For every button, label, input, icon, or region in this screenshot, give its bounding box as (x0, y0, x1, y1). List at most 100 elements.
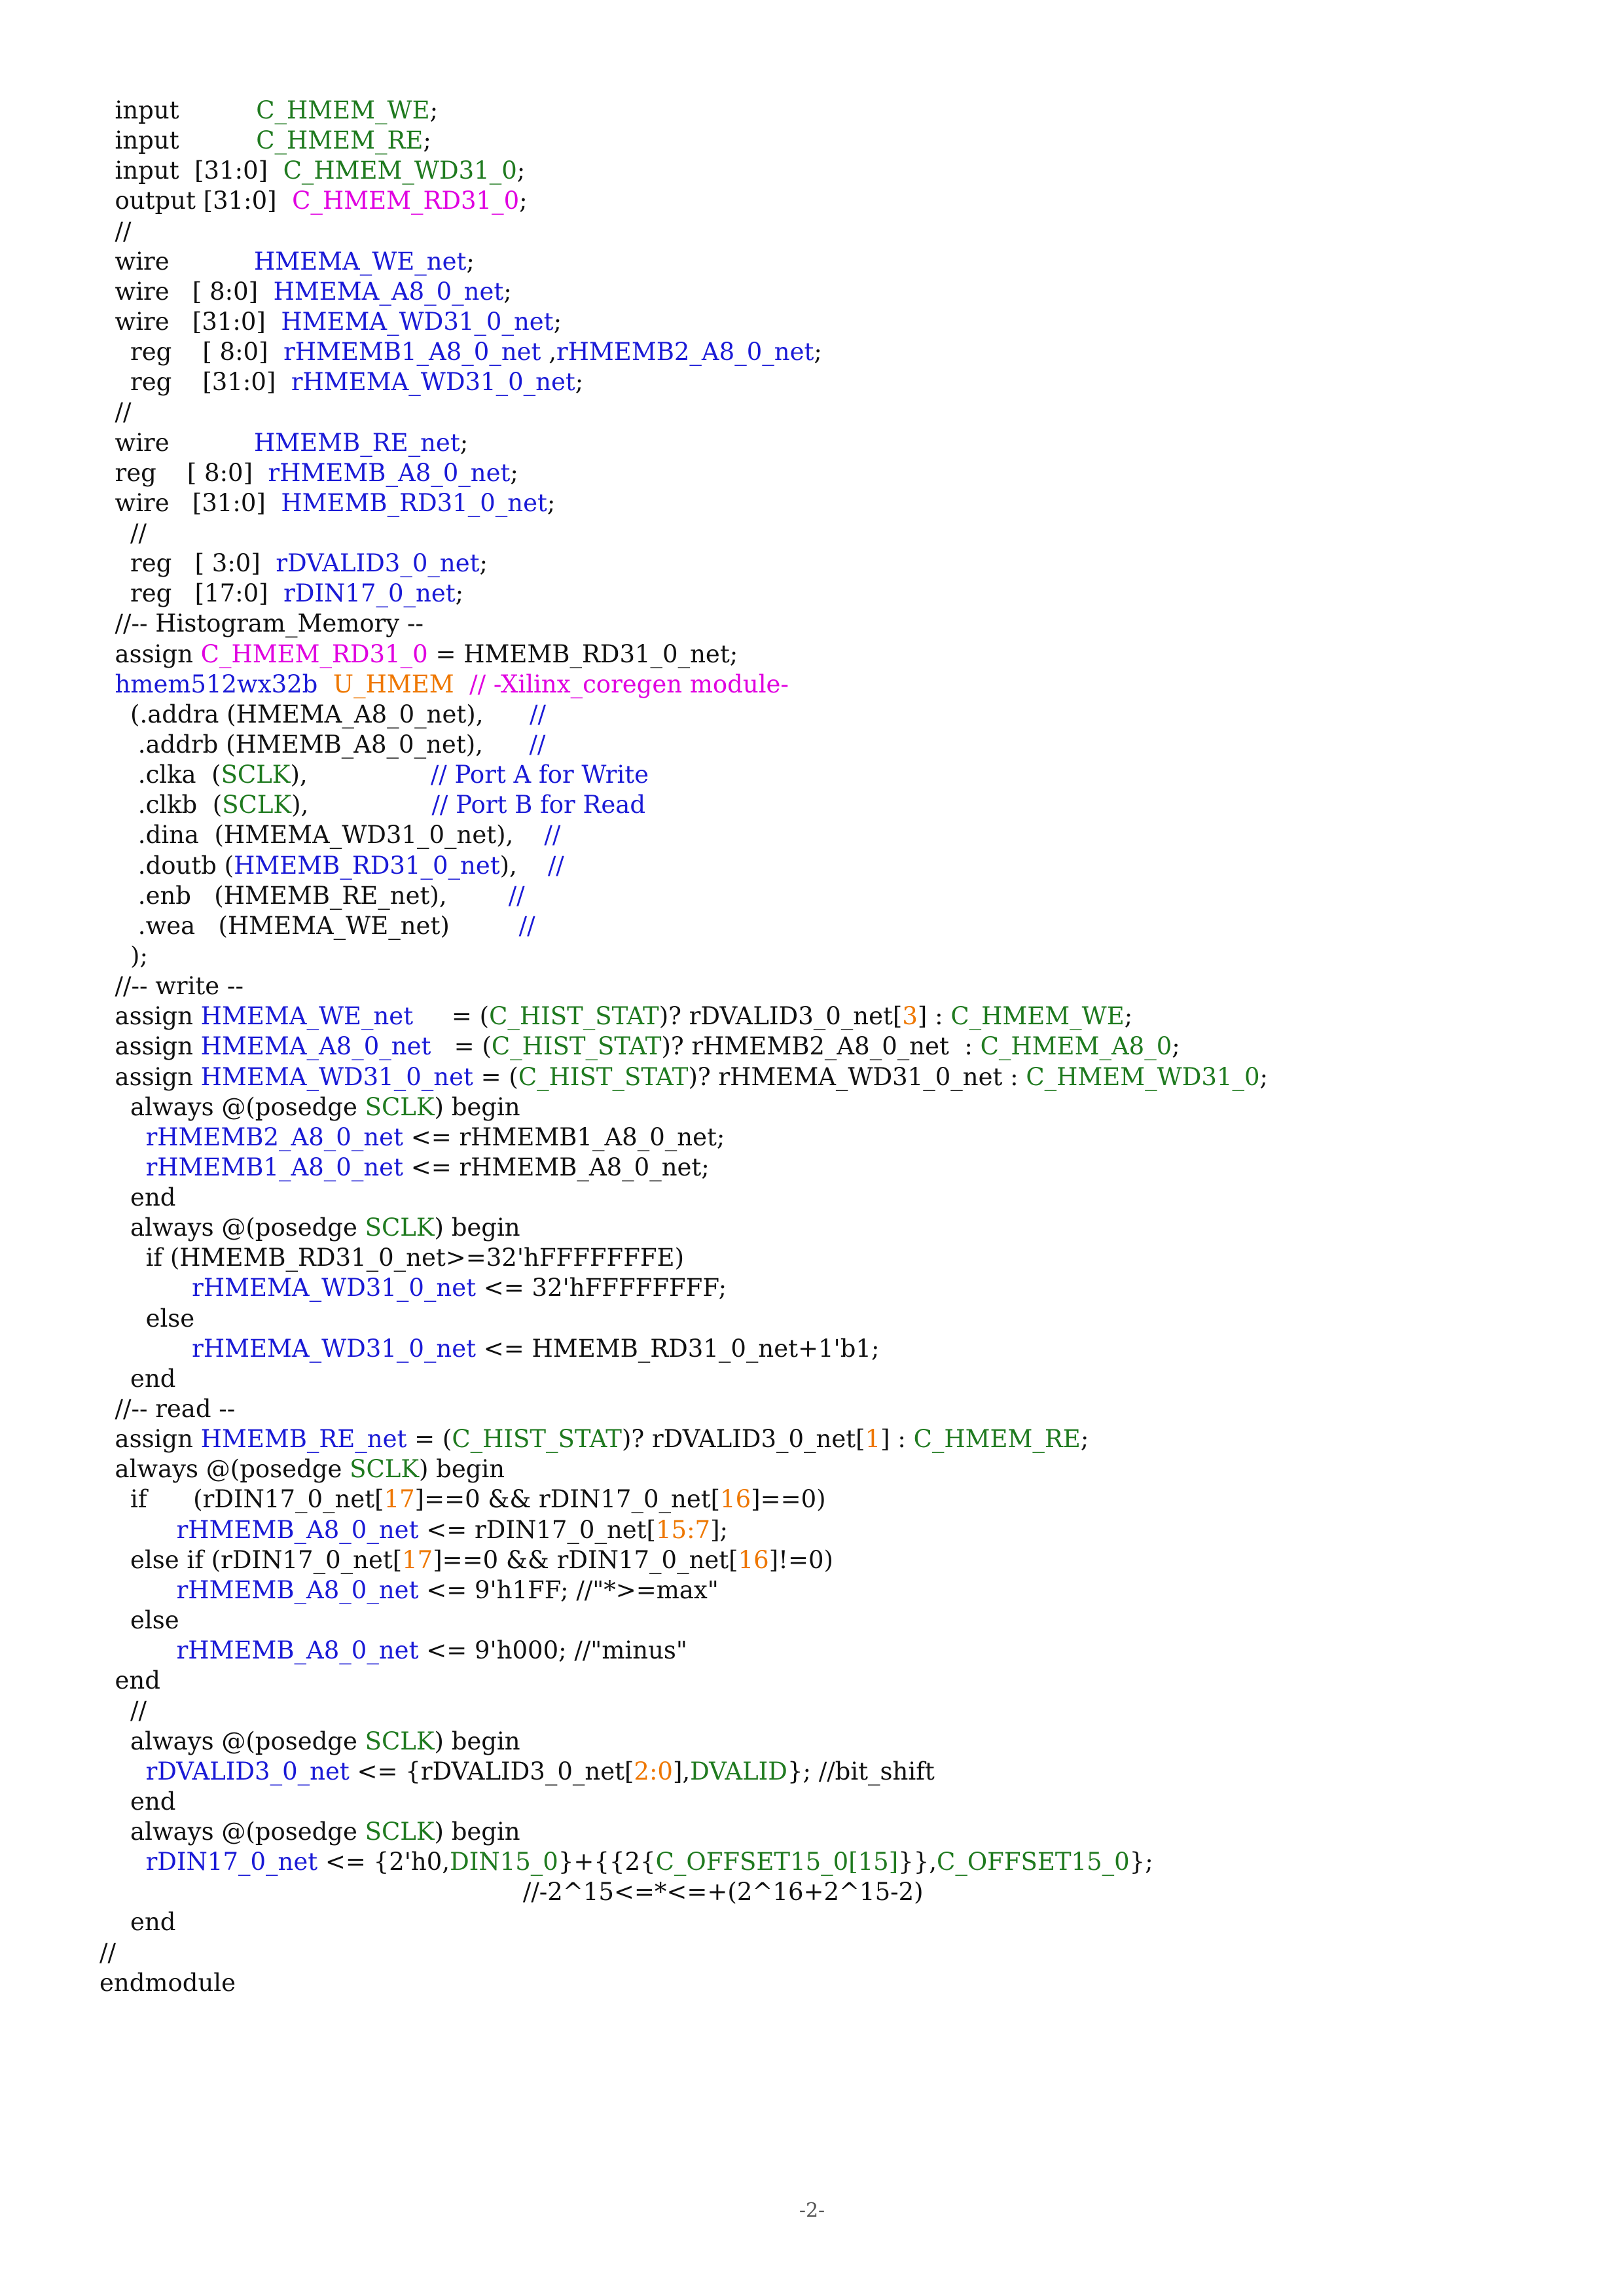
code-token: C_HMEM_RD31_0 (292, 187, 520, 215)
code-token: C_HMEM_WD31_0 (283, 156, 517, 185)
code-token: ; (455, 579, 464, 608)
code-token: .dina (HMEMA_WD31_0_net), (99, 821, 545, 850)
code-token: ; (460, 428, 469, 457)
code-token: ]==0) (751, 1485, 826, 1514)
code-token: HMEMB_RE_net (253, 428, 460, 457)
code-line: rHMEMB1_A8_0_net <= rHMEMB_A8_0_net; (99, 1153, 1268, 1183)
code-token: = HMEMB_RD31_0_net; (427, 639, 738, 668)
code-token: <= {rDVALID3_0_net[ (349, 1757, 634, 1785)
code-token: reg [17:0] (99, 579, 284, 608)
code-token: <= rHMEMB1_A8_0_net; (403, 1122, 725, 1151)
code-token: rHMEMB1_A8_0_net (283, 338, 541, 367)
code-token: )? rHMEMB2_A8_0_net : (661, 1032, 981, 1061)
code-token: // (99, 398, 132, 427)
code-token: always @(posedge (99, 1818, 365, 1846)
code-line: .enb (HMEMB_RE_net), // (99, 881, 1268, 911)
code-line: input C_HMEM_WE; (99, 96, 1268, 126)
code-line: else if (rDIN17_0_net[17]==0 && rDIN17_0… (99, 1545, 1268, 1575)
code-line: // (99, 217, 1268, 247)
document-page: input C_HMEM_WE; input C_HMEM_RE; input … (0, 0, 1624, 2296)
code-token: 16 (738, 1545, 769, 1574)
code-token: always @(posedge (99, 1213, 365, 1242)
code-token: rHMEMB_A8_0_net (176, 1636, 419, 1665)
code-token: }}, (898, 1848, 937, 1876)
code-token: ]; (710, 1515, 728, 1544)
code-token: ; (503, 277, 512, 306)
code-line: input C_HMEM_RE; (99, 126, 1268, 156)
code-token: wire (99, 247, 254, 276)
code-line: reg [ 8:0] rHMEMB1_A8_0_net ,rHMEMB2_A8_… (99, 337, 1268, 367)
code-token: // (508, 881, 525, 910)
code-line: rHMEMB2_A8_0_net <= rHMEMB1_A8_0_net; (99, 1122, 1268, 1153)
code-token: ; (1172, 1032, 1180, 1061)
code-token: )? rHMEMA_WD31_0_net : (688, 1062, 1026, 1091)
code-token: HMEMA_WE_net (253, 247, 467, 276)
code-token: = ( (431, 1032, 492, 1061)
code-token: rHMEMB_A8_0_net (176, 1575, 419, 1604)
code-token: SCLK (222, 791, 292, 819)
code-token: always @(posedge (99, 1455, 350, 1484)
code-token: SCLK (365, 1727, 435, 1755)
code-line: end (99, 1907, 1268, 1937)
code-token: ] : (880, 1425, 914, 1454)
code-line: reg [31:0] rHMEMA_WD31_0_net; (99, 367, 1268, 397)
code-token: rDIN17_0_net (283, 579, 456, 608)
code-token: ) begin (434, 1818, 520, 1846)
code-token: <= {2'h0, (317, 1848, 450, 1876)
code-token: }; //bit_shift (787, 1757, 935, 1785)
code-token: rHMEMB_A8_0_net (268, 458, 511, 487)
code-token: end (99, 1364, 176, 1393)
code-token: ; (510, 458, 518, 487)
code-token: U_HMEM (333, 670, 454, 698)
code-token: ; (1080, 1425, 1089, 1454)
code-token: endmodule (99, 1968, 236, 1997)
code-token: wire [31:0] (99, 488, 281, 517)
code-token: <= 9'h000; //"minus" (418, 1636, 687, 1665)
code-line: // (99, 518, 1268, 548)
code-token: ], (672, 1757, 691, 1785)
code-token: ) begin (434, 1213, 520, 1242)
code-token: DVALID (690, 1757, 787, 1785)
code-line: end (99, 1666, 1268, 1696)
code-line: .dina (HMEMA_WD31_0_net), // (99, 820, 1268, 850)
code-line: reg [ 3:0] rDVALID3_0_net; (99, 548, 1268, 579)
code-line: .addrb (HMEMB_A8_0_net), // (99, 730, 1268, 760)
code-line: .wea (HMEMA_WE_net) // (99, 911, 1268, 941)
code-token: C_HIST_STAT (452, 1425, 622, 1454)
code-token: ; (516, 156, 526, 185)
code-token: .enb (HMEMB_RE_net), (99, 881, 509, 910)
code-token: 15:7 (655, 1515, 711, 1544)
code-line: rHMEMB_A8_0_net <= 9'h000; //"minus" (99, 1636, 1268, 1666)
code-token: end (99, 1908, 176, 1937)
code-token: wire [31:0] (99, 307, 281, 336)
code-token: // (99, 518, 147, 547)
code-token: ), (291, 791, 432, 819)
code-line: if (HMEMB_RD31_0_net>=32'hFFFFFFFE) (99, 1243, 1268, 1273)
code-token: ) begin (434, 1727, 520, 1755)
code-token: C_HMEM_RE (256, 126, 424, 155)
code-token: ] : (917, 1002, 951, 1031)
code-token: else if (rDIN17_0_net[ (99, 1545, 403, 1574)
code-token: //-- Histogram_Memory -- (99, 609, 424, 638)
code-token: input (99, 126, 257, 155)
code-token: HMEMB_RD31_0_net (234, 851, 500, 880)
code-token: ; (429, 96, 439, 124)
code-token: ) begin (434, 1092, 520, 1121)
code-line: output [31:0] C_HMEM_RD31_0; (99, 186, 1268, 216)
code-token: 17 (402, 1545, 433, 1574)
code-token: HMEMB_RD31_0_net (281, 488, 547, 517)
code-token: wire (99, 428, 254, 457)
code-token: ) begin (418, 1455, 505, 1484)
code-token: ]==0 && rDIN17_0_net[ (414, 1485, 721, 1514)
code-line: (.addra (HMEMA_A8_0_net), // (99, 700, 1268, 730)
code-token: input (99, 96, 257, 124)
code-line: wire [31:0] HMEMA_WD31_0_net; (99, 307, 1268, 337)
code-token: rDVALID3_0_net (276, 549, 480, 578)
code-token: assign (99, 1062, 201, 1091)
code-token: wire [ 8:0] (99, 277, 274, 306)
code-token: = ( (473, 1062, 518, 1091)
